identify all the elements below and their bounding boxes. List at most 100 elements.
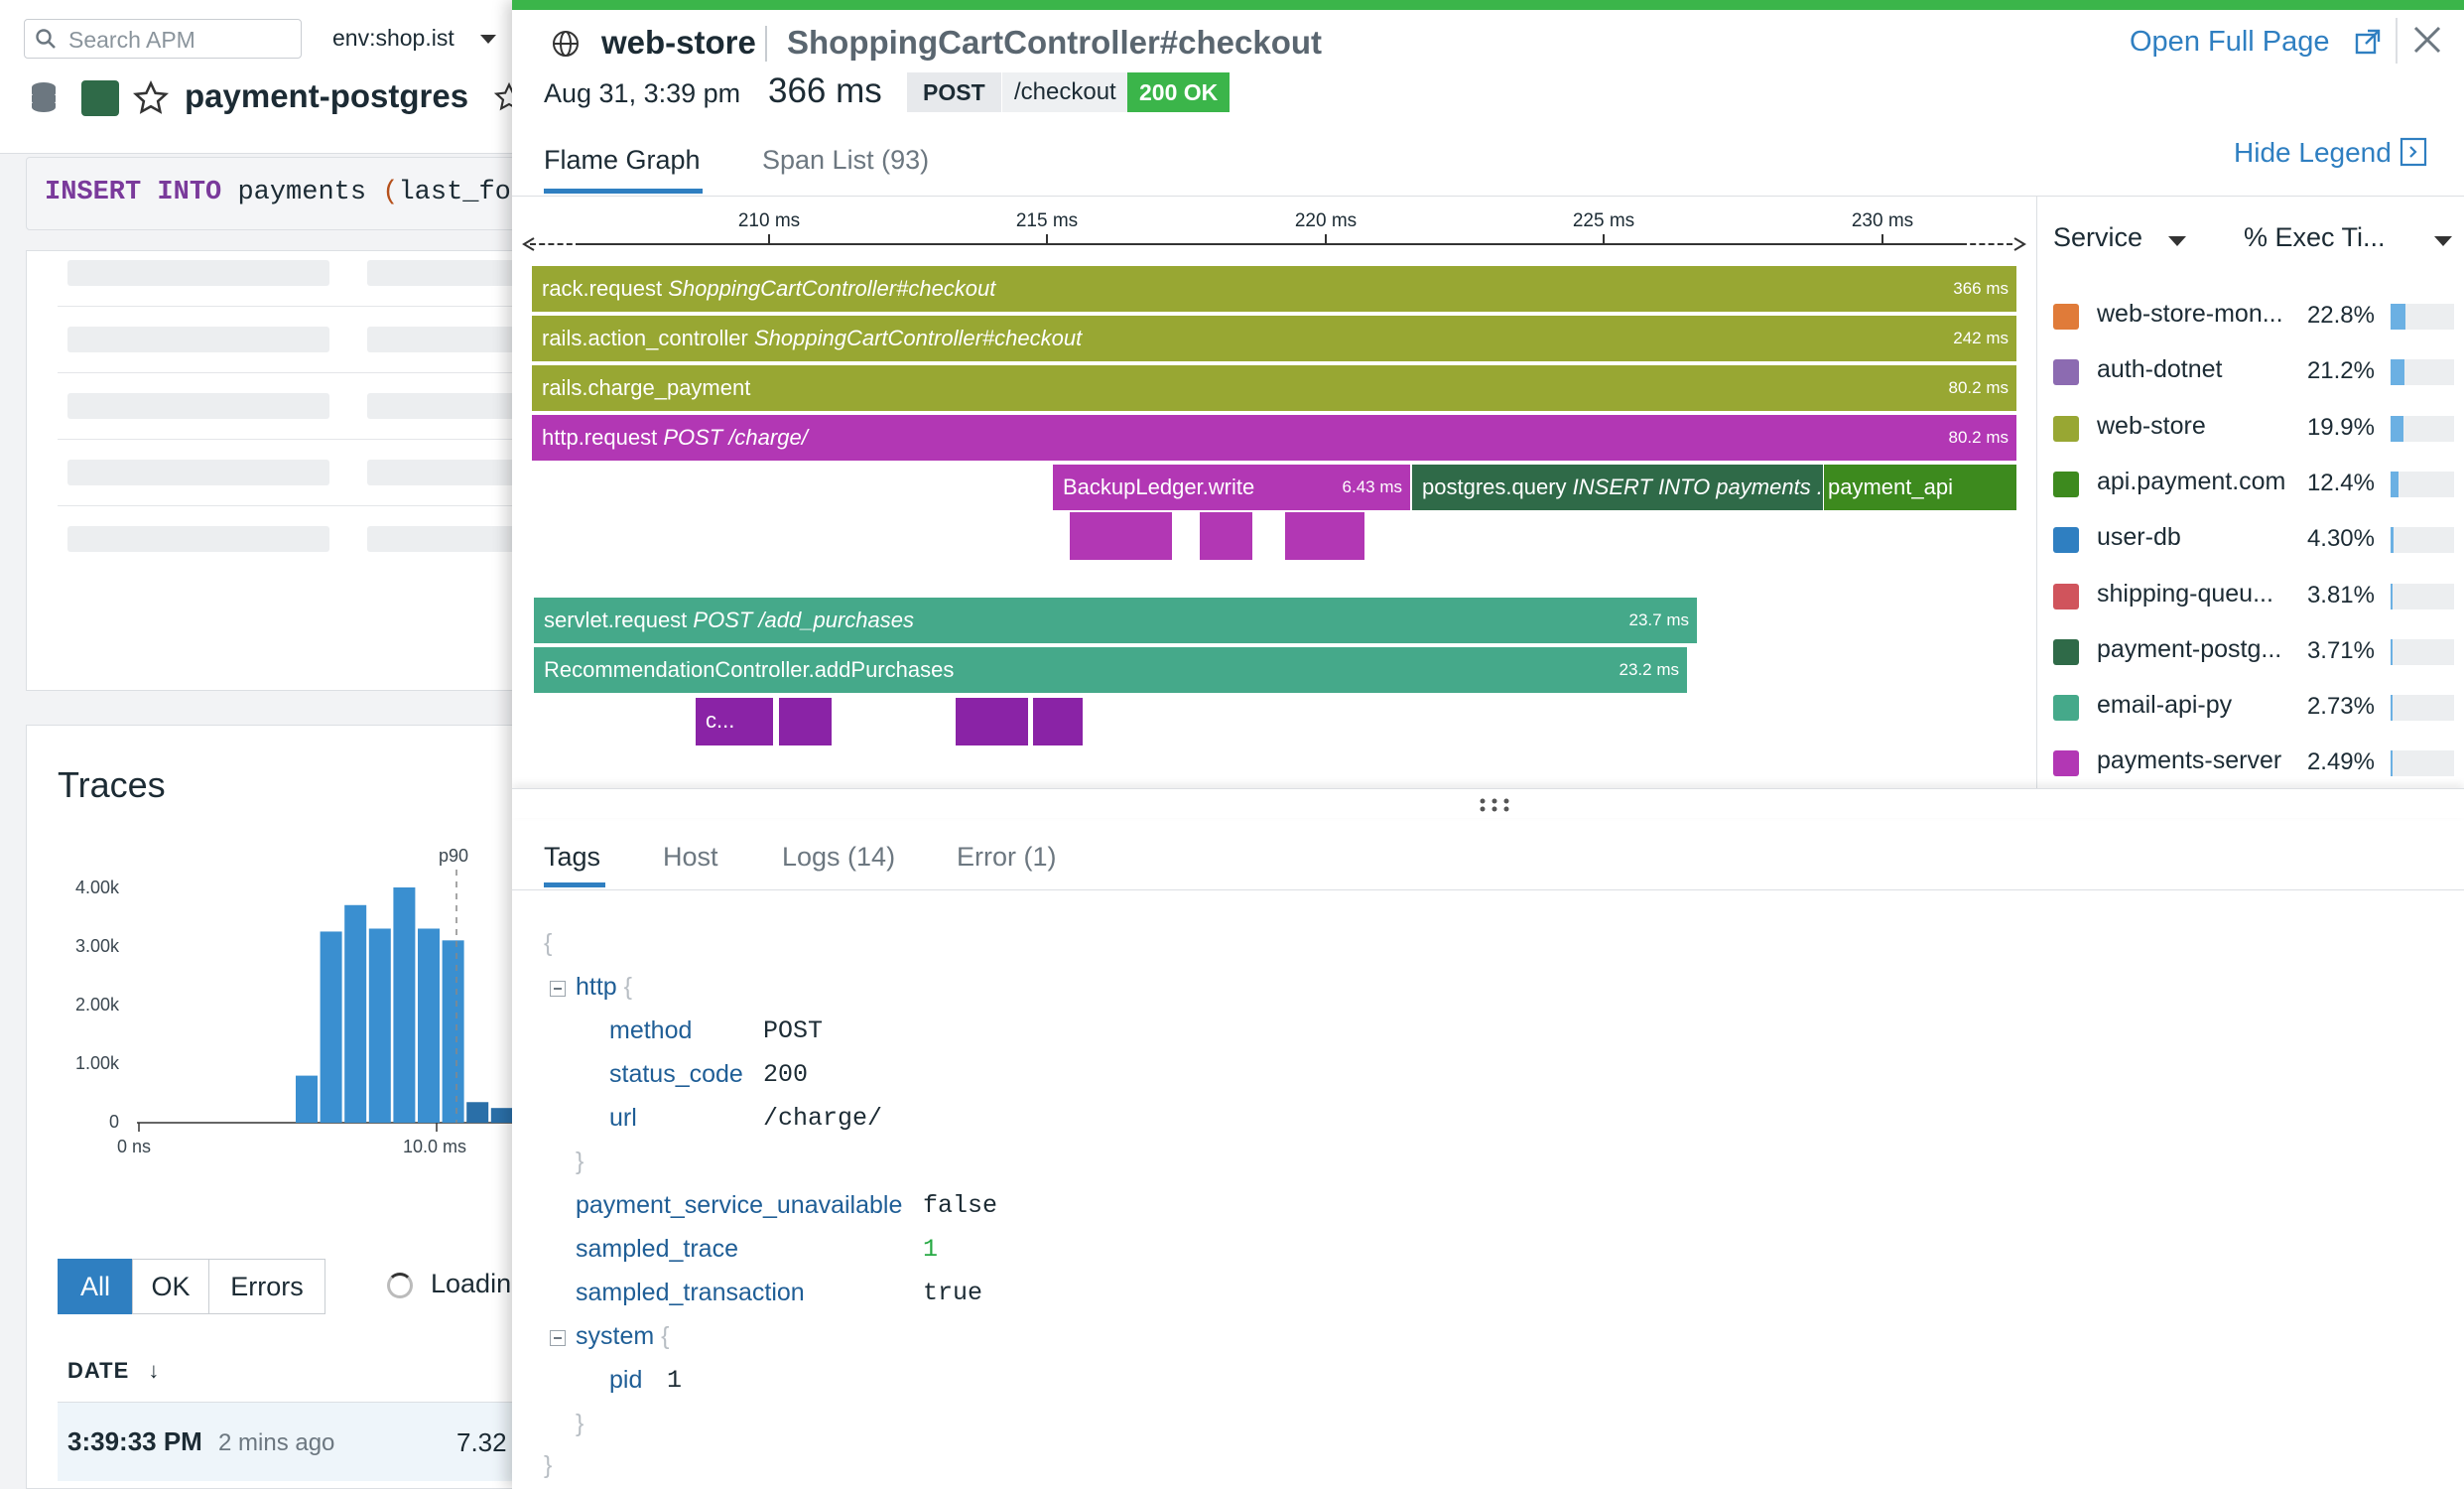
filter-errors-button[interactable]: Errors	[208, 1259, 325, 1314]
json-value-method[interactable]: POST	[763, 1016, 823, 1045]
span-bar[interactable]	[1285, 512, 1364, 560]
span-bar[interactable]: servlet.request POST /add_purchases 23.7 …	[534, 598, 1697, 643]
legend-service-header[interactable]: Service	[2053, 222, 2142, 253]
json-value-url[interactable]: /charge/	[763, 1104, 882, 1133]
chevron-down-icon[interactable]	[2434, 236, 2452, 246]
span-bar[interactable]: RecommendationController.addPurchases 23.…	[534, 647, 1687, 693]
span-bar[interactable]: rails.charge_payment 80.2 ms	[532, 365, 2016, 411]
span-operation: payment_api	[1828, 474, 1953, 499]
tab-flame-graph[interactable]: Flame Graph	[544, 145, 701, 176]
open-full-page-link[interactable]: Open Full Page	[2130, 26, 2330, 59]
legend-row[interactable]: auth-dotnet 21.2%	[2037, 343, 2464, 399]
service-color-swatch	[2053, 527, 2079, 554]
span-bar[interactable]	[1200, 512, 1252, 560]
filter-ok-button[interactable]: OK	[132, 1259, 209, 1314]
histogram-bar[interactable]	[490, 1108, 513, 1123]
hide-legend-button[interactable]: Hide Legend	[2234, 137, 2392, 169]
flame-graph[interactable]: 210 ms 215 ms 220 ms 225 ms 230 ms rack.…	[512, 197, 2036, 788]
histogram-bar[interactable]	[368, 928, 391, 1123]
axis-tick	[1603, 234, 1605, 244]
histogram-bar[interactable]	[296, 1075, 318, 1123]
legend-row[interactable]: web-store-mon... 22.8%	[2037, 288, 2464, 343]
histogram-bar[interactable]	[320, 931, 342, 1123]
collapse-icon[interactable]	[550, 1330, 566, 1346]
json-value-payment-service-unavailable[interactable]: false	[923, 1191, 997, 1220]
tab-span-list[interactable]: Span List (93)	[762, 145, 929, 176]
service-color-swatch	[2053, 750, 2079, 777]
chevron-down-icon[interactable]	[2168, 236, 2186, 246]
legend-exec-bar-fill	[2391, 527, 2394, 554]
span-resource: POST /charge/	[663, 425, 808, 450]
span-bar[interactable]	[956, 698, 1028, 745]
span-bar[interactable]: c...	[696, 698, 773, 745]
span-bar[interactable]: rack.request ShoppingCartController#chec…	[532, 266, 2016, 312]
search-input[interactable]: Search APM	[24, 19, 302, 59]
axis-tick	[1046, 234, 1048, 244]
histogram-bar[interactable]	[344, 904, 367, 1123]
y-tick-label: 0	[108, 1112, 119, 1132]
method-badge: POST	[907, 72, 1001, 112]
drag-handle-icon[interactable]	[1475, 797, 1514, 813]
span-bar[interactable]: payment_api	[1824, 465, 2016, 510]
span-operation: BackupLedger.write	[1063, 474, 1255, 499]
span-bar[interactable]	[1033, 698, 1083, 745]
panel-resize-handle[interactable]	[512, 788, 2464, 818]
collapse-icon[interactable]	[550, 981, 566, 997]
status-badge: 200 OK	[1127, 72, 1231, 112]
span-bar[interactable]: postgres.query INSERT INTO payments ...	[1412, 465, 1823, 510]
filter-all-button[interactable]: All	[58, 1259, 133, 1314]
histogram-bar[interactable]	[418, 928, 440, 1123]
span-bar[interactable]: rails.action_controller ShoppingCartCont…	[532, 316, 2016, 361]
legend-row[interactable]: email-api-py 2.73%	[2037, 679, 2464, 735]
service-color-swatch	[2053, 695, 2079, 722]
json-key-sampled-transaction: sampled_transaction	[576, 1279, 805, 1306]
env-selector[interactable]: env:shop.ist	[332, 25, 454, 52]
legend-service-name: shipping-queu...	[2097, 579, 2273, 608]
json-value-status-code[interactable]: 200	[763, 1060, 808, 1089]
histogram-bar[interactable]	[442, 940, 464, 1123]
tab-tags[interactable]: Tags	[544, 842, 600, 873]
json-key-system[interactable]: system {	[576, 1322, 670, 1351]
service-name: web-store	[601, 24, 756, 61]
histogram-bar[interactable]	[466, 1102, 489, 1123]
legend-row[interactable]: shipping-queu... 3.81%	[2037, 568, 2464, 623]
legend-row[interactable]: user-db 4.30%	[2037, 511, 2464, 567]
span-duration: 6.43 ms	[1342, 477, 1402, 496]
legend-service-name: web-store	[2097, 411, 2206, 440]
close-separator	[2396, 18, 2398, 64]
chevron-down-icon[interactable]	[480, 35, 496, 44]
arrow-right-icon	[2013, 237, 2026, 251]
legend-row[interactable]: payments-server 2.49%	[2037, 735, 2464, 790]
external-link-icon[interactable]	[2354, 28, 2382, 56]
tab-host[interactable]: Host	[663, 842, 718, 873]
span-bar[interactable]: http.request POST /charge/80.2 ms	[532, 415, 2016, 461]
span-bar[interactable]	[779, 698, 832, 745]
json-value-sampled-transaction[interactable]: true	[923, 1279, 982, 1307]
tab-error[interactable]: Error (1)	[957, 842, 1057, 873]
close-icon[interactable]	[2407, 20, 2447, 60]
json-value-pid[interactable]: 1	[667, 1366, 682, 1395]
skeleton-placeholder	[67, 460, 329, 485]
database-icon	[32, 82, 56, 112]
json-key-http[interactable]: http {	[576, 973, 632, 1002]
json-value-sampled-trace[interactable]: 1	[923, 1235, 938, 1264]
span-bar[interactable]	[1070, 512, 1172, 560]
legend-row[interactable]: api.payment.com 12.4%	[2037, 456, 2464, 511]
y-tick-label: 4.00k	[74, 878, 119, 897]
legend-row[interactable]: web-store 19.9%	[2037, 400, 2464, 456]
active-tab-indicator	[544, 882, 605, 887]
date-column-header[interactable]: DATE ↓	[67, 1358, 160, 1384]
legend-exec-bar	[2391, 471, 2454, 497]
span-duration: 366 ms	[1953, 279, 2009, 298]
legend-collapse-icon[interactable]	[2399, 137, 2427, 167]
json-key: http	[576, 973, 617, 1001]
tab-logs[interactable]: Logs (14)	[782, 842, 895, 873]
legend-row[interactable]: payment-postg... 3.71%	[2037, 623, 2464, 679]
span-bar[interactable]: BackupLedger.write 6.43 ms	[1053, 465, 1410, 510]
legend-exec-header[interactable]: % Exec Ti...	[2244, 222, 2386, 253]
latency-histogram	[137, 870, 546, 1132]
legend-exec-bar	[2391, 527, 2454, 554]
star-icon[interactable]	[132, 79, 170, 117]
histogram-bar[interactable]	[393, 887, 416, 1123]
date-header-label: DATE	[67, 1358, 130, 1383]
